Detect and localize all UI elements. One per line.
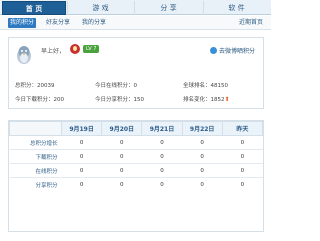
- tab-share[interactable]: 分 享: [134, 1, 202, 15]
- table-row: 在线积分 0 0 0 0 0: [9, 163, 263, 178]
- qq-emblem-icon: [70, 44, 80, 54]
- tab-games[interactable]: 游 戏: [67, 1, 133, 15]
- table-cell: 0: [222, 149, 263, 164]
- stat-total-points: 总积分：20039: [15, 83, 55, 89]
- table-cell: 0: [101, 177, 142, 192]
- stat-today-online: 今日在线积分：0: [95, 83, 137, 89]
- row-label: 总积分增长: [9, 135, 62, 150]
- table-cell: 0: [222, 135, 263, 150]
- table-cell: 0: [61, 163, 102, 178]
- table-cell: 0: [101, 149, 142, 164]
- table-cell: 0: [182, 135, 223, 150]
- points-table: 9月19日 9月20日 9月21日 9月22日 昨天 总积分增长 0 0 0 0…: [8, 120, 264, 232]
- table-cell: 0: [141, 149, 183, 164]
- weibo-share-link[interactable]: 去微博晒积分: [209, 46, 255, 55]
- arrow-up-icon: ⬆: [224, 96, 230, 103]
- weibo-share-label: 去微博晒积分: [218, 48, 255, 55]
- column-header: 9月19日: [60, 121, 103, 136]
- table-cell: 0: [141, 177, 183, 192]
- subnav-friend-shares[interactable]: 好友分享: [44, 18, 72, 28]
- level-badge: LV 7: [83, 45, 100, 53]
- column-header: 9月21日: [141, 121, 183, 136]
- row-label: 分享积分: [9, 177, 62, 192]
- table-cell: 0: [101, 135, 142, 150]
- table-cell: 0: [61, 177, 102, 192]
- row-label: 在线积分: [9, 163, 62, 178]
- table-cell: 0: [182, 177, 223, 192]
- table-cell: 0: [182, 163, 223, 178]
- table-cell: 0: [61, 135, 102, 150]
- tab-home[interactable]: 首 页: [2, 1, 66, 15]
- stat-rank-change: 排名变化：1852: [183, 97, 225, 103]
- table-cell: 0: [61, 149, 102, 164]
- column-header: 9月20日: [101, 121, 143, 136]
- weibo-icon: [209, 47, 217, 54]
- table-row: 下载积分 0 0 0 0 0: [9, 149, 263, 164]
- subnav-my-points[interactable]: 我的积分: [8, 18, 37, 28]
- penguin-avatar-icon[interactable]: [15, 44, 33, 65]
- main-tab-bar: 首 页 游 戏 分 享 软 件: [0, 0, 271, 15]
- recent-home-link[interactable]: 近期首页: [239, 18, 263, 28]
- stat-global-rank: 全球排名：48150: [183, 83, 228, 89]
- table-cell: 0: [141, 135, 183, 150]
- table-cell: 0: [141, 163, 183, 178]
- subnav-my-shares[interactable]: 我的分享: [80, 18, 108, 28]
- table-row: 总积分增长 0 0 0 0 0: [9, 135, 263, 150]
- table-cell: 0: [222, 163, 263, 178]
- greeting-username: 早上好，: [41, 48, 66, 55]
- tab-software[interactable]: 软 件: [203, 1, 269, 15]
- profile-card: 早上好， LV 7 去微博晒积分 总积分：20039 今日在线积分：0 全球排名…: [8, 37, 264, 109]
- column-header: 9月22日: [181, 121, 223, 136]
- sub-navigation: 我的积分 好友分享 我的分享 近期首页: [0, 16, 271, 30]
- table-cell: 0: [182, 149, 223, 164]
- stat-today-share: 今日分享积分：150: [95, 97, 144, 103]
- table-cell: 0: [222, 177, 263, 192]
- table-row: 分享积分 0 0 0 0 0: [9, 177, 263, 192]
- table-header-row: 9月19日 9月20日 9月21日 9月22日 昨天: [9, 121, 264, 136]
- table-cell: 0: [101, 163, 142, 178]
- row-label: 下载积分: [9, 149, 62, 164]
- stat-today-download: 今日下载积分：200: [15, 97, 64, 103]
- stat-rank-change-wrap: 排名变化：1852⬆: [183, 95, 230, 103]
- column-header: 昨天: [221, 121, 264, 136]
- table-corner: [9, 121, 62, 136]
